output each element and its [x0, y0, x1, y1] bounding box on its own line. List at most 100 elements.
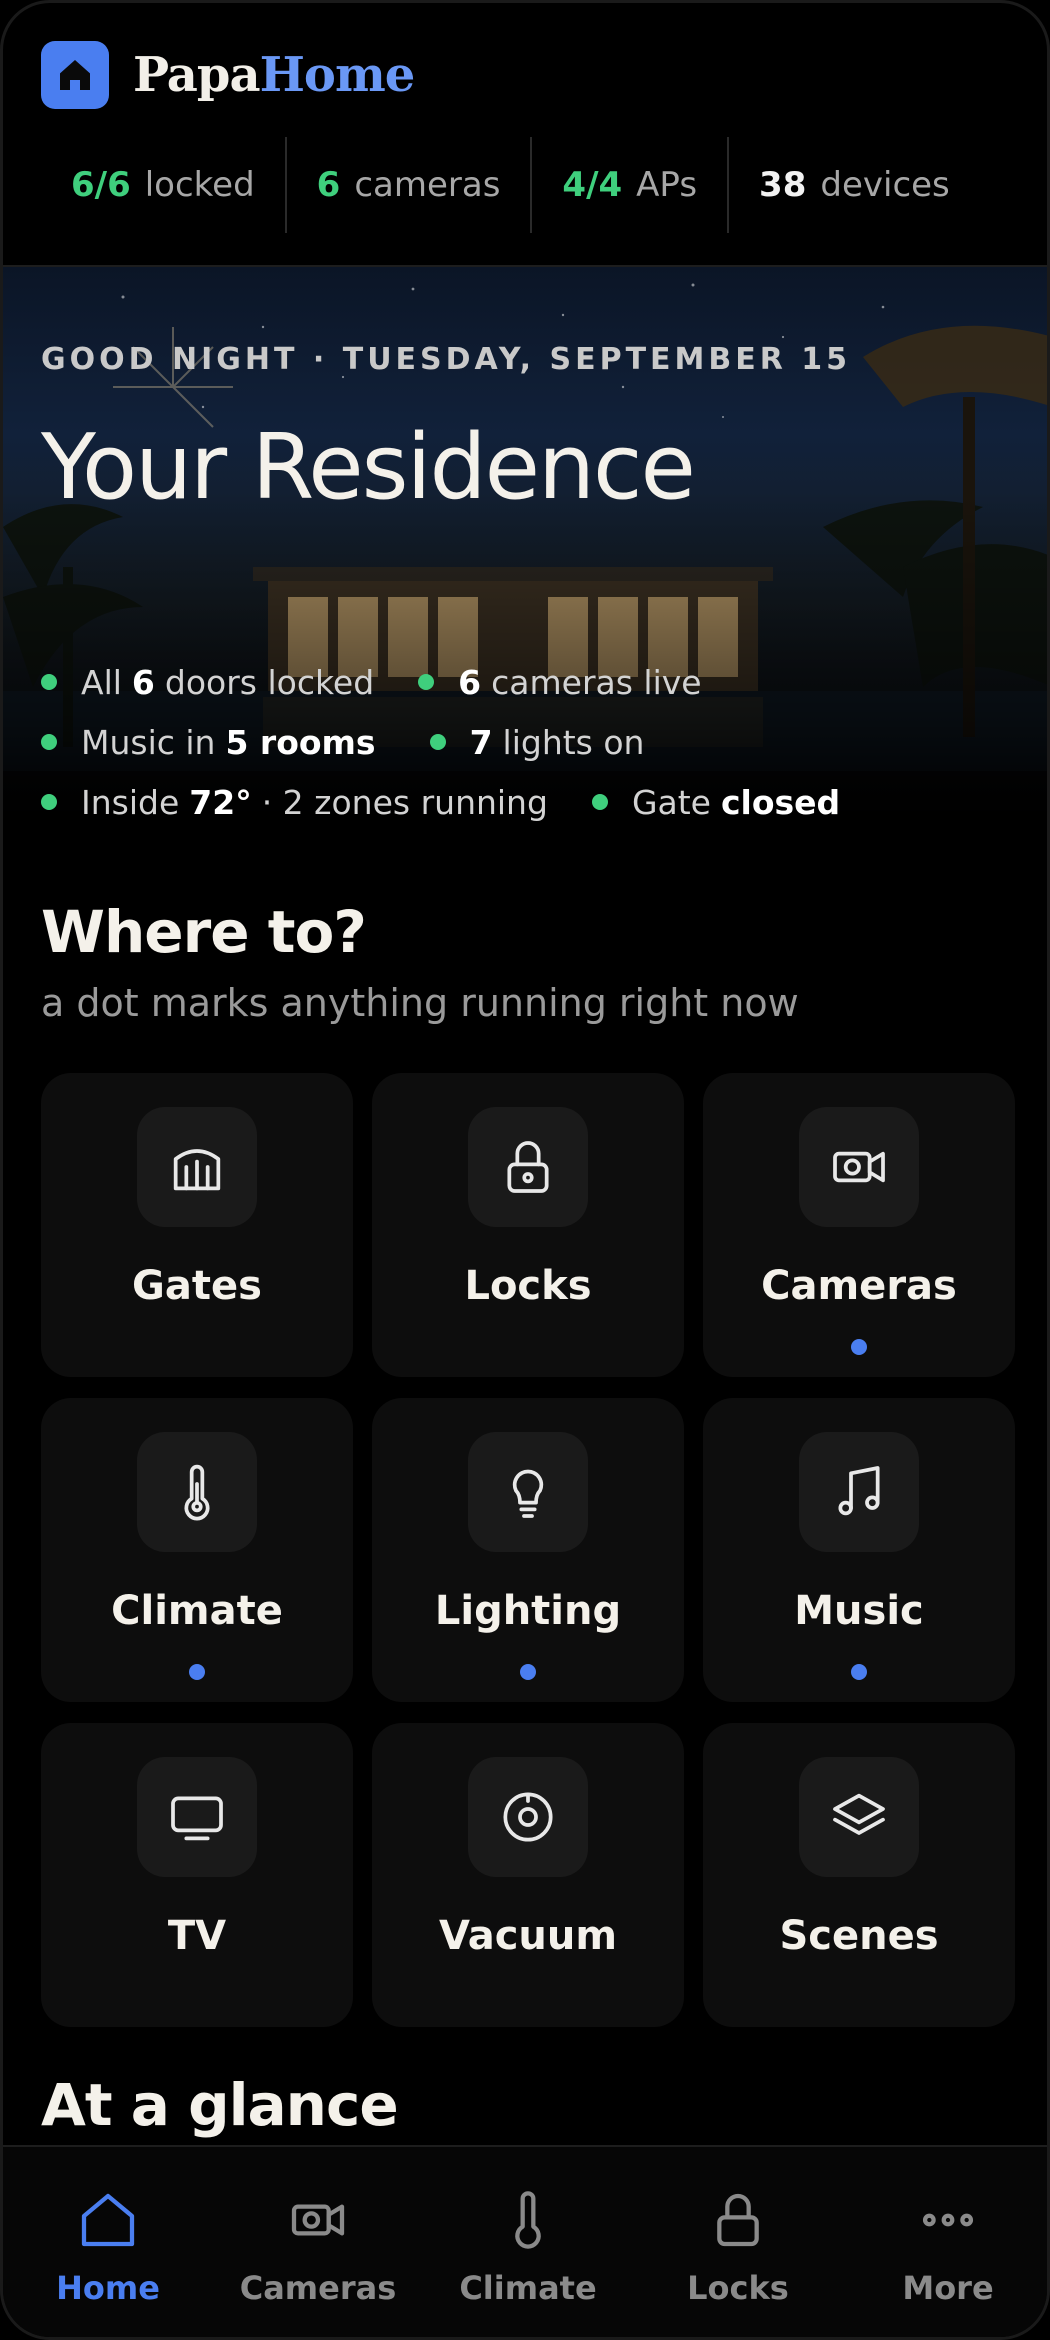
more-icon: [913, 2185, 983, 2255]
status-list: All 6 doors locked 6 cameras live Music in 5…: [41, 652, 1033, 825]
tile-tv[interactable]: TV: [41, 1723, 353, 2027]
status-value: 72°: [189, 782, 252, 822]
nav-label: Locks: [687, 2269, 789, 2307]
status-text: Music in: [81, 722, 216, 762]
tile-music[interactable]: Music: [703, 1398, 1015, 1702]
stat-label: cameras: [354, 165, 501, 205]
stat-cameras[interactable]: 6 cameras: [284, 137, 531, 233]
running-indicator-dot: [851, 1664, 867, 1680]
tile-cameras[interactable]: Cameras: [703, 1073, 1015, 1377]
greeting-date: GOOD NIGHT · TUESDAY, SEPTEMBER 15: [41, 342, 852, 377]
status-value: closed: [720, 782, 841, 822]
nav-cameras[interactable]: Cameras: [213, 2147, 423, 2337]
vacuum-icon: [468, 1757, 588, 1877]
brand[interactable]: PapaHome: [41, 41, 416, 109]
section-subtitle: a dot marks anything running right now: [41, 981, 799, 1025]
tile-vacuum[interactable]: Vacuum: [372, 1723, 684, 2027]
status-value: 7: [469, 722, 493, 762]
page-title: Your Residence: [41, 415, 696, 520]
status-music: Music in 5 rooms: [41, 723, 386, 762]
status-text: cameras live: [491, 662, 702, 702]
tile-locks[interactable]: Locks: [372, 1073, 684, 1377]
running-indicator-dot: [520, 1664, 536, 1680]
status-dot: [41, 734, 57, 750]
status-dot: [41, 674, 57, 690]
nav-more[interactable]: More: [843, 2147, 1047, 2337]
tv-icon: [137, 1757, 257, 1877]
stat-label: devices: [820, 165, 950, 205]
lock-icon: [468, 1107, 588, 1227]
status-text: All: [81, 662, 122, 702]
stat-locked[interactable]: 6/6 locked: [41, 137, 285, 233]
hero-banner: GOOD NIGHT · TUESDAY, SEPTEMBER 15 Your …: [3, 265, 1047, 825]
nav-locks[interactable]: Locks: [633, 2147, 843, 2337]
tile-scenes[interactable]: Scenes: [703, 1723, 1015, 2027]
app-screen: PapaHome 6/6 locked 6 cameras 4/4 APs 38…: [0, 0, 1050, 2340]
tile-label: Vacuum: [438, 1913, 618, 1959]
status-value: 6: [458, 662, 482, 702]
stat-label: locked: [144, 165, 255, 205]
stat-value: 38: [759, 165, 807, 205]
status-cameras: 6 cameras live: [418, 662, 702, 702]
status-value: 6: [131, 662, 155, 702]
stat-value: 4/4: [562, 165, 623, 205]
thermometer-icon: [137, 1432, 257, 1552]
section-title-where-to: Where to?: [41, 898, 367, 966]
status-text: Gate: [631, 782, 711, 822]
status-text: lights on: [502, 722, 645, 762]
home-icon: [73, 2185, 143, 2255]
stat-devices[interactable]: 38 devices: [727, 137, 980, 233]
nav-label: Climate: [459, 2269, 597, 2307]
status-text: · 2 zones running: [261, 782, 548, 822]
status-dot: [418, 674, 435, 690]
status-gate: Gate closed: [591, 782, 850, 822]
lock-icon: [703, 2185, 773, 2255]
stat-value: 6: [316, 165, 341, 205]
running-indicator-dot: [851, 1339, 867, 1355]
camera-icon: [799, 1107, 919, 1227]
status-doors: All 6 doors locked: [41, 663, 374, 702]
tile-label: Lighting: [434, 1588, 622, 1634]
tile-lighting[interactable]: Lighting: [372, 1398, 684, 1702]
brand-name-part1: Papa: [133, 47, 261, 103]
nav-label: Cameras: [239, 2269, 397, 2307]
status-value: 5 rooms: [225, 722, 376, 762]
status-dot: [591, 794, 608, 810]
status-lights: 7 lights on: [429, 722, 645, 762]
stat-label: APs: [636, 165, 698, 205]
status-summary-bar: 6/6 locked 6 cameras 4/4 APs 38 devices: [41, 137, 1009, 233]
tile-label: TV: [167, 1913, 227, 1959]
nav-label: More: [902, 2269, 994, 2307]
tile-climate[interactable]: Climate: [41, 1398, 353, 1702]
destination-grid: Gates Locks Cameras Climate Lighting Mus…: [41, 1073, 1015, 2027]
brand-name-part2: Home: [259, 47, 416, 103]
section-title-at-a-glance: At a glance: [41, 2071, 399, 2139]
status-text: doors locked: [164, 662, 375, 702]
nav-climate[interactable]: Climate: [423, 2147, 633, 2337]
bottom-nav: Home Cameras Climate Locks More: [3, 2145, 1047, 2337]
tile-label: Cameras: [761, 1263, 957, 1309]
tile-label: Scenes: [779, 1913, 939, 1959]
nav-home[interactable]: Home: [3, 2147, 213, 2337]
tile-label: Locks: [464, 1263, 592, 1309]
tile-gates[interactable]: Gates: [41, 1073, 353, 1377]
stat-value: 6/6: [71, 165, 131, 205]
camera-icon: [283, 2185, 353, 2255]
running-indicator-dot: [189, 1664, 205, 1680]
status-dot: [429, 734, 446, 750]
nav-label: Home: [56, 2269, 160, 2307]
status-dot: [41, 794, 57, 810]
brand-name: PapaHome: [133, 47, 416, 103]
layers-icon: [799, 1757, 919, 1877]
tile-label: Music: [794, 1588, 924, 1634]
status-climate: Inside 72° · 2 zones running: [41, 783, 548, 822]
tile-label: Climate: [111, 1588, 283, 1634]
thermometer-icon: [493, 2185, 563, 2255]
house-logo-icon: [41, 41, 109, 109]
bulb-icon: [468, 1432, 588, 1552]
status-text: Inside: [81, 782, 180, 822]
tile-label: Gates: [132, 1263, 262, 1309]
stat-aps[interactable]: 4/4 APs: [530, 137, 727, 233]
music-note-icon: [799, 1432, 919, 1552]
gate-icon: [137, 1107, 257, 1227]
